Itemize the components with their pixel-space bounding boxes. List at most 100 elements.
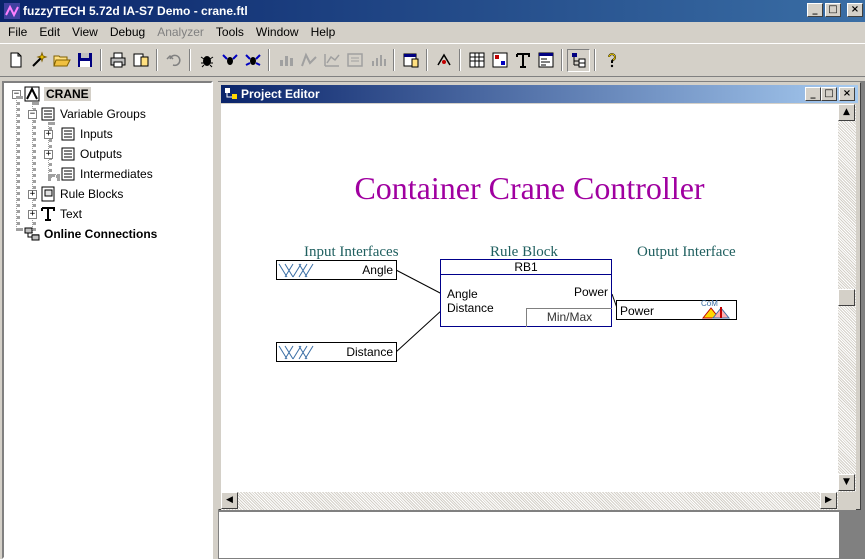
crane-project-icon (24, 86, 40, 102)
tree-label-crane: CRANE (44, 87, 91, 101)
debug-online-button[interactable] (218, 49, 241, 72)
project-tree[interactable]: − CRANE − Variable Groups + Inputs + Out… (2, 81, 213, 559)
maximize-button[interactable]: □ (825, 3, 841, 17)
scroll-right-button[interactable]: ▶ (820, 492, 837, 509)
menu-file[interactable]: File (2, 25, 33, 39)
tree-label-inputs: Inputs (80, 127, 113, 141)
analyzer2-icon (300, 52, 317, 67)
preview-icon (133, 53, 148, 67)
project-editor-title-bar[interactable]: Project Editor _ □ × (221, 85, 858, 103)
child-minimize-button[interactable]: _ (805, 87, 821, 101)
print-button[interactable] (106, 49, 129, 72)
title-bar[interactable]: fuzzyTECH 5.72d IA-S7 Demo - crane.ftl _… (0, 0, 865, 22)
collapse-variable-groups-expander[interactable]: − (28, 110, 37, 119)
editor-icon (538, 52, 553, 68)
distance-membership-icon (278, 345, 314, 360)
editor-horizontal-scrollbar[interactable]: ◀ ▶ (221, 492, 838, 510)
analyzer5-icon (371, 55, 386, 66)
expand-outputs-expander[interactable]: + (44, 150, 53, 159)
menu-help[interactable]: Help (305, 25, 342, 39)
print-icon (110, 52, 125, 68)
preview-button[interactable] (129, 49, 152, 72)
analyzer4-button[interactable] (343, 49, 366, 72)
debug-button[interactable] (195, 49, 218, 72)
expand-inputs-expander[interactable]: + (44, 130, 53, 139)
menu-tools[interactable]: Tools (210, 25, 250, 39)
project-editor-window[interactable]: Project Editor _ □ × Container Crane Con… (218, 82, 861, 510)
menu-edit[interactable]: Edit (33, 25, 66, 39)
input-distance-interface[interactable]: Distance (276, 342, 397, 362)
properties-button[interactable] (399, 49, 422, 72)
rule-block-operator: Min/Max (526, 308, 612, 327)
size-grip[interactable] (838, 492, 856, 510)
rule-block-rb1[interactable]: RB1 Angle Distance Power Min/Max (440, 259, 612, 327)
text-button[interactable] (511, 49, 534, 72)
close-button[interactable]: × (847, 3, 863, 17)
tree-button[interactable] (567, 48, 590, 72)
scroll-down-button[interactable]: ▼ (838, 474, 855, 491)
tree-item-outputs[interactable]: Outputs (60, 144, 122, 164)
analyzer5-button[interactable] (366, 49, 389, 72)
lower-pane-scrollbar[interactable] (840, 511, 861, 559)
analyzer1-button[interactable] (274, 49, 297, 72)
menu-window[interactable]: Window (250, 25, 305, 39)
input-angle-interface[interactable]: Angle (276, 260, 397, 280)
open-button[interactable] (50, 49, 73, 72)
output-power-interface[interactable]: Power CoM (616, 299, 737, 320)
child-maximize-button[interactable]: □ (821, 87, 837, 101)
editor-button[interactable] (534, 49, 557, 72)
tree-item-variable-groups[interactable]: Variable Groups (40, 104, 146, 124)
scroll-left-button[interactable]: ◀ (221, 492, 238, 509)
open-icon (52, 55, 71, 67)
text-tree-icon (41, 207, 55, 221)
online-connections-icon (24, 227, 40, 241)
tree-item-crane[interactable]: CRANE (24, 84, 91, 104)
tree-label-outputs: Outputs (80, 147, 123, 161)
menu-bar: File Edit View Debug Analyzer Tools Wind… (0, 22, 865, 42)
window-title: fuzzyTECH 5.72d IA-S7 Demo - crane.ftl (23, 4, 248, 18)
help-icon (607, 53, 616, 68)
compile-icon (436, 53, 451, 66)
analyzer3-icon (323, 54, 340, 67)
minimize-button[interactable]: _ (807, 3, 823, 17)
tree-item-text[interactable]: Text (40, 204, 82, 224)
tree-item-intermediates[interactable]: Intermediates (60, 164, 153, 184)
debug-serial-icon (244, 54, 261, 66)
debug-serial-button[interactable] (241, 49, 264, 72)
menu-analyzer[interactable]: Analyzer (151, 25, 210, 39)
expand-rule-blocks-expander[interactable]: + (28, 190, 37, 199)
project-editor-icon (225, 88, 237, 99)
tree-label-online-connections: Online Connections (44, 227, 158, 241)
menu-view[interactable]: View (66, 25, 104, 39)
vertical-scroll-thumb[interactable] (838, 289, 855, 306)
expand-text-expander[interactable]: + (28, 210, 37, 219)
editor-vertical-scrollbar[interactable]: ▲ ▼ (838, 104, 856, 492)
new-button[interactable] (4, 49, 27, 72)
matrix-icon (492, 52, 507, 68)
wizard-button[interactable] (27, 49, 50, 72)
compile-button[interactable] (432, 49, 455, 72)
analyzer2-button[interactable] (297, 49, 320, 72)
rule-block-name: RB1 (441, 260, 611, 275)
tree-item-online-connections[interactable]: Online Connections (24, 224, 157, 244)
angle-membership-icon (278, 263, 314, 278)
menu-debug[interactable]: Debug (104, 25, 151, 39)
save-button[interactable] (73, 49, 96, 72)
tree-label-text: Text (60, 207, 83, 221)
tree-item-inputs[interactable]: Inputs (60, 124, 113, 144)
help-button[interactable] (600, 49, 623, 72)
tree-item-rule-blocks[interactable]: Rule Blocks (40, 184, 123, 204)
project-editor-canvas[interactable]: Container Crane Controller Input Interfa… (221, 104, 838, 492)
tree-label-intermediates: Intermediates (80, 167, 153, 181)
undo-button[interactable] (162, 49, 185, 72)
spreadsheet-button[interactable] (465, 49, 488, 72)
child-close-button[interactable]: × (839, 87, 855, 101)
analyzer3-button[interactable] (320, 49, 343, 72)
matrix-button[interactable] (488, 49, 511, 72)
lower-output-pane[interactable] (218, 511, 840, 559)
scroll-up-button[interactable]: ▲ (838, 104, 855, 121)
rule-block-input-angle: Angle (447, 287, 478, 301)
rule-block-output-power: Power (573, 285, 608, 299)
undo-icon (165, 54, 181, 67)
project-editor-title: Project Editor (241, 87, 320, 101)
